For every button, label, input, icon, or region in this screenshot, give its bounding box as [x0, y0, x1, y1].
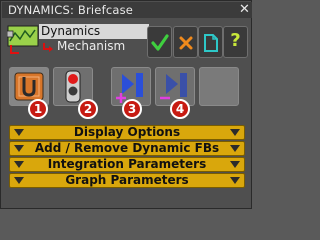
- tree-item-label: Mechanism: [57, 39, 126, 53]
- expand-arrow-icon: [230, 145, 240, 152]
- dynamics-panel: DYNAMICS: Briefcase ✕ Dynamics Mechanism: [0, 0, 252, 209]
- section-label: Graph Parameters: [65, 173, 189, 187]
- new-button[interactable]: [198, 26, 223, 58]
- tree-item-mechanism[interactable]: Mechanism: [43, 39, 125, 54]
- section-integration-parameters[interactable]: Integration Parameters: [9, 157, 245, 172]
- tree-item-dynamics[interactable]: Dynamics: [39, 24, 149, 39]
- expand-arrow-icon: [230, 177, 240, 184]
- close-icon[interactable]: ✕: [238, 3, 251, 17]
- help-button[interactable]: ?: [223, 26, 248, 58]
- section-label: Add / Remove Dynamic FBs: [34, 141, 220, 155]
- x-icon: [179, 36, 193, 50]
- section-add-remove-dynamic-fbs[interactable]: Add / Remove Dynamic FBs: [9, 141, 245, 156]
- badge-3: 3: [122, 99, 142, 119]
- badge-2: 2: [78, 99, 98, 119]
- section-graph-parameters[interactable]: Graph Parameters: [9, 173, 245, 188]
- expand-arrow-icon: [230, 129, 240, 136]
- empty-tool-slot: [199, 67, 239, 106]
- question-mark-icon: ?: [230, 30, 241, 51]
- title-bar[interactable]: DYNAMICS: Briefcase ✕: [2, 2, 252, 18]
- section-label: Integration Parameters: [47, 157, 207, 171]
- dynamics-tree-icon: [7, 25, 39, 54]
- badge-1: 1: [28, 99, 48, 119]
- red-arrow-icon: [43, 43, 53, 52]
- badge-4: 4: [170, 99, 190, 119]
- expand-arrow-icon: [230, 161, 240, 168]
- section-label: Display Options: [73, 125, 181, 139]
- window-title: DYNAMICS: Briefcase: [8, 3, 134, 17]
- cancel-button[interactable]: [173, 26, 198, 58]
- confirm-button[interactable]: [147, 26, 172, 58]
- section-display-options[interactable]: Display Options: [9, 125, 245, 140]
- checkmark-icon: [151, 34, 169, 51]
- new-document-icon: [204, 34, 218, 52]
